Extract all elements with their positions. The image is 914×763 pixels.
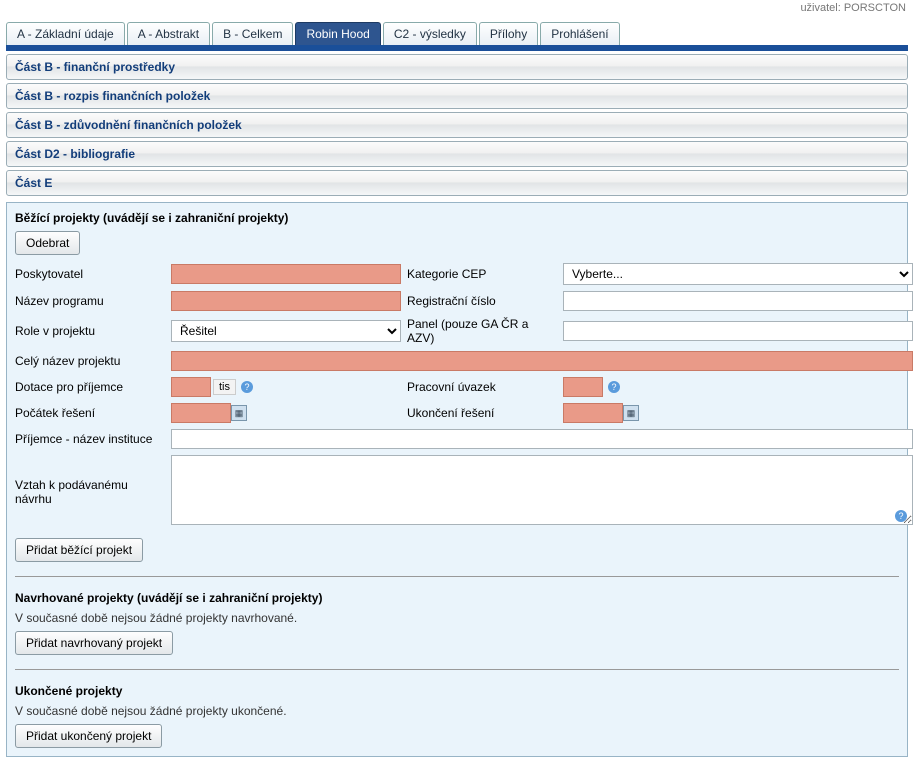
add-proposed-project-button[interactable]: Přidat navrhovaný projekt [15, 631, 173, 655]
user-label: uživatel: PORSCTON [0, 0, 914, 16]
help-icon[interactable]: ? [608, 381, 620, 393]
proposed-empty-text: V současné době nejsou žádné projekty na… [15, 611, 899, 625]
calendar-icon[interactable]: ▦ [231, 405, 247, 421]
finished-empty-text: V současné době nejsou žádné projekty uk… [15, 704, 899, 718]
running-project-form: Poskytovatel Kategorie CEP Vyberte... Ná… [15, 263, 899, 528]
tab-c2-results[interactable]: C2 - výsledky [383, 22, 477, 45]
start-date-input[interactable] [171, 403, 231, 423]
label-end: Ukončení řešení [407, 406, 557, 420]
running-projects-title: Běžící projekty (uvádějí se i zahraniční… [15, 211, 899, 225]
section-b-justification[interactable]: Část B - zdůvodnění finančních položek [6, 112, 908, 138]
finished-projects-title: Ukončené projekty [15, 684, 899, 698]
full-name-input[interactable] [171, 351, 913, 371]
add-running-project-button[interactable]: Přidat běžící projekt [15, 538, 143, 562]
tab-bar: A - Základní údaje A - Abstrakt B - Celk… [0, 16, 914, 45]
label-role: Role v projektu [15, 324, 165, 338]
tab-declaration[interactable]: Prohlášení [540, 22, 619, 45]
label-relation: Vztah k podávanému návrhu [15, 478, 165, 506]
section-e[interactable]: Část E [6, 170, 908, 196]
section-b-financial[interactable]: Část B - finanční prostředky [6, 54, 908, 80]
label-program: Název programu [15, 294, 165, 308]
tab-basic-info[interactable]: A - Základní údaje [6, 22, 125, 45]
remove-button[interactable]: Odebrat [15, 231, 80, 255]
header-divider [6, 45, 908, 51]
label-institution: Příjemce - název instituce [15, 432, 165, 446]
workload-input[interactable] [563, 377, 603, 397]
grant-unit: tis [213, 379, 236, 395]
provider-input[interactable] [171, 264, 401, 284]
panel-input[interactable] [563, 321, 913, 341]
label-panel: Panel (pouze GA ČR a AZV) [407, 317, 557, 345]
divider [15, 669, 899, 670]
help-icon[interactable]: ? [241, 381, 253, 393]
label-start: Počátek řešení [15, 406, 165, 420]
reg-number-input[interactable] [563, 291, 913, 311]
end-date-input[interactable] [563, 403, 623, 423]
help-icon[interactable]: ? [895, 510, 907, 522]
grant-input[interactable] [171, 377, 211, 397]
running-projects-panel: Běžící projekty (uvádějí se i zahraniční… [6, 202, 908, 757]
program-input[interactable] [171, 291, 401, 311]
institution-input[interactable] [171, 429, 913, 449]
section-d2-bibliography[interactable]: Část D2 - bibliografie [6, 141, 908, 167]
tab-b-total[interactable]: B - Celkem [212, 22, 293, 45]
tab-attachments[interactable]: Přílohy [479, 22, 538, 45]
tab-robin-hood[interactable]: Robin Hood [295, 22, 380, 45]
relation-textarea[interactable] [171, 455, 913, 525]
label-category-cep: Kategorie CEP [407, 267, 557, 281]
divider [15, 576, 899, 577]
calendar-icon[interactable]: ▦ [623, 405, 639, 421]
category-cep-select[interactable]: Vyberte... [563, 263, 913, 285]
label-workload: Pracovní úvazek [407, 380, 557, 394]
role-select[interactable]: Řešitel [171, 320, 401, 342]
label-grant: Dotace pro příjemce [15, 380, 165, 394]
label-full-name: Celý název projektu [15, 354, 165, 368]
section-b-breakdown[interactable]: Část B - rozpis finančních položek [6, 83, 908, 109]
label-provider: Poskytovatel [15, 267, 165, 281]
add-finished-project-button[interactable]: Přidat ukončený projekt [15, 724, 162, 748]
proposed-projects-title: Navrhované projekty (uvádějí se i zahran… [15, 591, 899, 605]
label-reg-number: Registrační číslo [407, 294, 557, 308]
tab-abstract[interactable]: A - Abstrakt [127, 22, 210, 45]
